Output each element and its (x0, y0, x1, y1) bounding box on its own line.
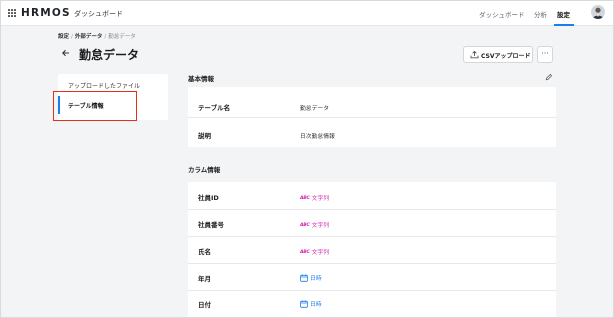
abc-icon: ABC (300, 196, 310, 201)
nav-settings[interactable]: 設定 (557, 9, 570, 19)
divider (188, 209, 556, 210)
column-info-card: 社員ID ABC 文字列 社員番号 ABC 文字列 氏名 ABC 文字列 年月 日時 … (188, 182, 556, 318)
nav-analysis[interactable]: 分析 (534, 9, 547, 19)
column-type: ABC 文字列 (300, 250, 330, 256)
column-type: ABC 文字列 (300, 223, 330, 229)
column-name: 日付 (198, 301, 211, 309)
description-label: 説明 (198, 132, 211, 140)
divider (188, 263, 556, 264)
top-bar: HRMOS ダッシュボード ダッシュボード 分析 設定 (0, 0, 614, 26)
nav-dashboard[interactable]: ダッシュボード (479, 9, 525, 19)
breadcrumb-current: 勤怠データ (108, 34, 136, 40)
abc-icon: ABC (300, 223, 310, 228)
side-item-uploaded-files[interactable]: アップロードしたファイル (68, 81, 140, 90)
app-name: ダッシュボード (74, 10, 123, 18)
csv-upload-button[interactable]: CSVアップロード (463, 46, 533, 63)
divider (188, 236, 556, 237)
breadcrumb-settings[interactable]: 設定 (58, 34, 69, 40)
table-name-label: テーブル名 (198, 104, 231, 112)
column-type: ABC 文字列 (300, 196, 330, 202)
nav-active-indicator (554, 24, 574, 26)
avatar[interactable] (591, 5, 605, 19)
page-title: 勤怠データ (79, 48, 140, 62)
column-name: 年月 (198, 275, 211, 283)
column-type: 日時 (300, 273, 322, 284)
pencil-icon[interactable] (545, 73, 553, 81)
breadcrumb: 設定 / 外部データ / 勤怠データ (58, 34, 136, 40)
csv-upload-label: CSVアップロード (481, 53, 531, 60)
table-name-value: 勤怠データ (300, 106, 329, 112)
logo[interactable]: HRMOS (21, 7, 71, 19)
calendar-icon (300, 299, 308, 310)
column-type: 日時 (300, 299, 322, 310)
divider (188, 290, 556, 291)
column-info-title: カラム情報 (188, 166, 221, 174)
highlight-box (53, 91, 137, 121)
description-value: 日次勤怠情報 (300, 134, 335, 140)
more-options-button[interactable]: ··· (537, 46, 553, 63)
abc-icon: ABC (300, 250, 310, 255)
back-arrow-icon[interactable] (60, 48, 72, 60)
basic-info-card: テーブル名 勤怠データ 説明 日次勤怠情報 (188, 87, 556, 147)
column-name: 社員番号 (198, 221, 224, 229)
column-name: 社員ID (198, 194, 219, 202)
calendar-icon (300, 273, 308, 284)
breadcrumb-external-data[interactable]: 外部データ (75, 34, 103, 40)
upload-icon (470, 50, 479, 59)
basic-info-title: 基本情報 (188, 75, 214, 83)
divider (188, 117, 556, 118)
column-name: 氏名 (198, 248, 211, 256)
app-grid-icon[interactable] (8, 9, 16, 17)
